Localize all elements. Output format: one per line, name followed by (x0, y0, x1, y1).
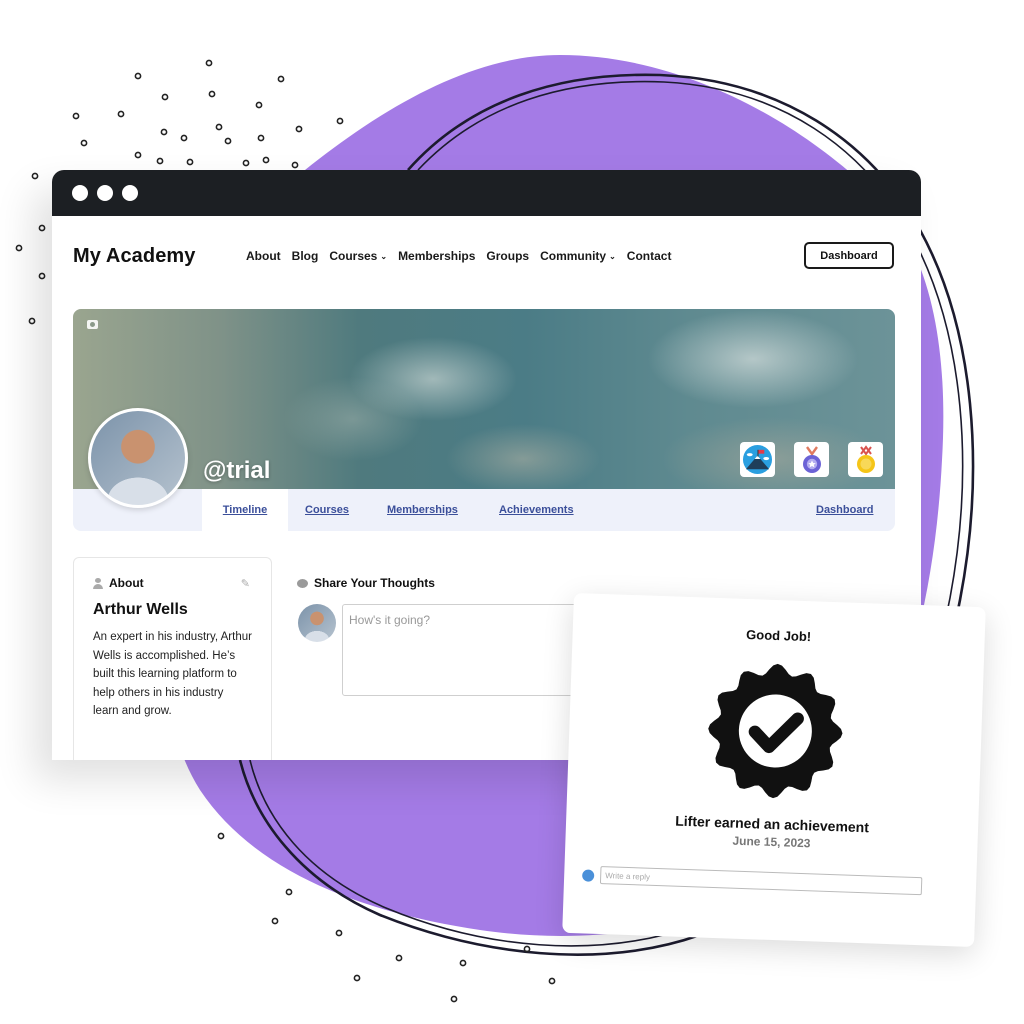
tab-timeline[interactable]: Timeline (202, 489, 288, 531)
camera-icon[interactable] (87, 320, 98, 329)
profile-username: @trial (203, 457, 271, 484)
nav-item-community[interactable]: Community ⌄ (540, 249, 616, 263)
browser-titlebar (52, 170, 921, 216)
nav-label: Memberships (398, 249, 476, 263)
about-heading: About (93, 576, 252, 590)
badge-list (740, 442, 883, 477)
verified-seal-icon (708, 663, 843, 799)
about-card: About ✎ Arthur Wells An expert in his in… (73, 557, 272, 760)
nav-item-courses[interactable]: Courses ⌄ (329, 249, 387, 263)
pencil-icon[interactable]: ✎ (241, 577, 250, 590)
nav-item-memberships[interactable]: Memberships (398, 249, 475, 263)
nav-label: Contact (626, 249, 672, 263)
site-header: My Academy About Blog Courses ⌄ Membershi… (52, 216, 921, 310)
reply-input[interactable] (599, 866, 923, 896)
achievement-card: Good Job! Lifter earned an achievement J… (562, 592, 986, 948)
about-heading-label: About (109, 576, 144, 590)
window-control-dot[interactable] (97, 185, 113, 201)
window-control-dot[interactable] (72, 185, 88, 201)
nav-item-groups[interactable]: Groups (486, 249, 529, 263)
about-bio: An expert in his industry, Arthur Wells … (93, 631, 252, 717)
gold-medal-icon (856, 444, 875, 473)
purple-medal-icon (802, 445, 821, 473)
dashboard-button[interactable]: Dashboard (804, 242, 894, 269)
tab-dashboard[interactable]: Dashboard (816, 489, 873, 531)
reply-avatar-icon (581, 869, 595, 882)
chevron-down-icon: ⌄ (609, 251, 616, 261)
nav-item-contact[interactable]: Contact (627, 249, 672, 263)
profile-cover: @trial (73, 309, 895, 489)
mountain-flag-icon (742, 444, 773, 475)
share-heading: Share Your Thoughts (297, 576, 435, 590)
nav-label: Community (540, 249, 607, 263)
nav-label: Courses (329, 249, 378, 263)
nav-label: Groups (486, 249, 530, 263)
tab-courses[interactable]: Courses (305, 489, 349, 531)
achievement-title: Good Job! (745, 626, 812, 645)
speech-bubble-icon (297, 578, 308, 588)
nav-item-blog[interactable]: Blog (292, 249, 319, 263)
chevron-down-icon: ⌄ (380, 251, 388, 261)
window-control-dot[interactable] (122, 185, 138, 201)
profile-tabs: Timeline Courses Memberships Achievement… (73, 489, 895, 531)
main-nav: About Blog Courses ⌄ Memberships Groups C… (246, 249, 682, 263)
gold-medal-badge[interactable] (848, 442, 883, 477)
nav-item-about[interactable]: About (246, 249, 281, 263)
mountain-flag-badge[interactable] (740, 442, 775, 477)
user-icon (93, 577, 103, 589)
profile-avatar[interactable] (88, 408, 188, 508)
tab-achievements[interactable]: Achievements (499, 489, 574, 531)
composer-avatar (298, 604, 336, 642)
share-heading-label: Share Your Thoughts (314, 576, 435, 590)
site-logo[interactable]: My Academy (73, 245, 196, 268)
purple-medal-badge[interactable] (794, 442, 829, 477)
tab-memberships[interactable]: Memberships (387, 489, 458, 531)
nav-label: About (246, 249, 281, 263)
about-name: Arthur Wells (93, 601, 188, 618)
nav-label: Blog (291, 249, 319, 263)
